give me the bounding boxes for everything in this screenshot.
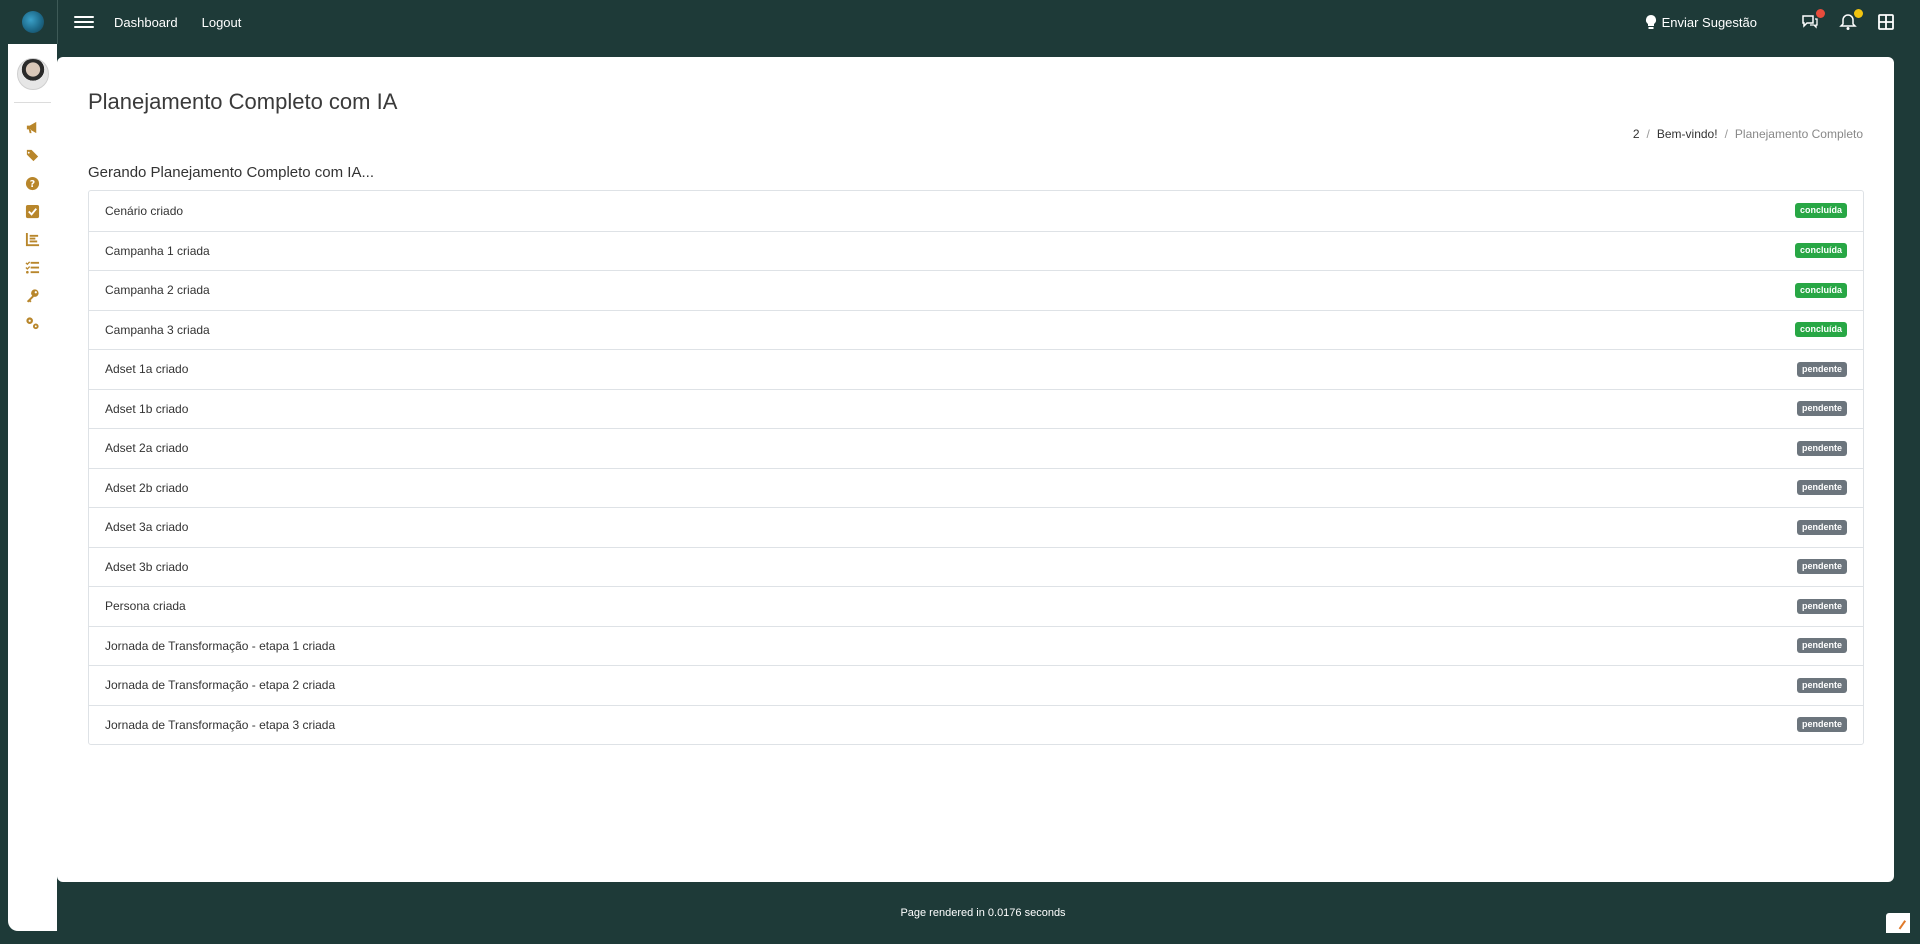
sidebar-menu: ? <box>8 113 57 337</box>
footer-render-time: Page rendered in 0.0176 seconds <box>900 907 1066 919</box>
list-item: Adset 2b criado pendente <box>89 467 1863 508</box>
breadcrumb-separator: / <box>1646 127 1650 141</box>
status-badge: pendente <box>1796 401 1847 417</box>
status-badge: pendente <box>1796 677 1847 693</box>
task-label: Campanha 2 criada <box>105 283 210 298</box>
status-badge: concluída <box>1794 203 1847 219</box>
status-badge: pendente <box>1796 559 1847 575</box>
task-label: Persona criada <box>105 599 186 614</box>
status-badge: pendente <box>1796 519 1847 535</box>
task-label: Jornada de Transformação - etapa 2 criad… <box>105 678 336 693</box>
main-content-card: Planejamento Completo com IA 2 / Bem-vin… <box>57 57 1894 882</box>
breadcrumb-item-current: Planejamento Completo <box>1734 127 1863 141</box>
svg-text:?: ? <box>30 178 35 189</box>
status-badge: pendente <box>1796 440 1847 456</box>
list-item: Persona criada pendente <box>89 586 1863 626</box>
status-badge: pendente <box>1796 638 1847 654</box>
list-item: Jornada de Transformação - etapa 2 criad… <box>89 665 1863 705</box>
section-title: Gerando Planejamento Completo com IA... <box>88 164 374 181</box>
corner-widget[interactable] <box>1886 913 1910 933</box>
user-avatar[interactable] <box>16 58 49 90</box>
bell-icon[interactable] <box>1839 9 1863 31</box>
lightbulb-icon <box>1645 15 1656 29</box>
list-item: Adset 1b criado pendente <box>89 388 1863 429</box>
task-label: Adset 3b criado <box>105 559 189 574</box>
key-icon[interactable] <box>23 285 43 305</box>
bell-notification-badge <box>1854 9 1863 18</box>
status-badge: pendente <box>1796 480 1847 496</box>
chat-notification-badge <box>1816 9 1825 18</box>
list-item: Adset 1a criado pendente <box>89 349 1863 389</box>
status-badge: pendente <box>1796 717 1847 733</box>
cogs-icon[interactable] <box>23 313 43 333</box>
sidebar-header <box>8 0 57 44</box>
task-label: Adset 3a criado <box>105 520 189 535</box>
breadcrumb: 2 / Bem-vindo! / Planejamento Completo <box>1633 127 1863 141</box>
task-label: Jornada de Transformação - etapa 1 criad… <box>105 638 336 653</box>
chat-icon[interactable] <box>1801 9 1825 31</box>
list-check-icon[interactable] <box>23 257 43 277</box>
task-label: Campanha 3 criada <box>105 322 210 337</box>
question-icon[interactable]: ? <box>23 173 43 193</box>
breadcrumb-separator: / <box>1724 127 1728 141</box>
send-suggestion-label: Enviar Sugestão <box>1661 14 1757 30</box>
checkbox-icon[interactable] <box>23 201 43 221</box>
nav-dashboard-link[interactable]: Dashboard <box>114 15 178 30</box>
pencil-icon <box>1898 920 1910 932</box>
task-label: Adset 1b criado <box>105 401 189 416</box>
grid-apps-icon[interactable] <box>1877 13 1895 31</box>
task-label: Jornada de Transformação - etapa 3 criad… <box>105 717 336 732</box>
breadcrumb-item-home[interactable]: 2 <box>1633 127 1640 141</box>
list-item: Adset 2a criado pendente <box>89 428 1863 468</box>
list-item: Campanha 2 criada concluída <box>89 270 1863 310</box>
breadcrumb-item-welcome[interactable]: Bem-vindo! <box>1657 127 1718 141</box>
task-label: Campanha 1 criada <box>105 243 210 258</box>
task-label: Adset 2b criado <box>105 480 189 495</box>
list-item: Adset 3a criado pendente <box>89 507 1863 547</box>
sidebar: ? <box>8 0 57 931</box>
brand-logo[interactable] <box>21 11 44 33</box>
status-badge: pendente <box>1796 598 1847 614</box>
page-title: Planejamento Completo com IA <box>88 89 398 114</box>
task-label: Adset 2a criado <box>105 441 189 456</box>
status-badge: concluída <box>1794 282 1847 298</box>
sidebar-divider <box>14 102 51 103</box>
topbar-actions: Enviar Sugestão <box>1645 9 1895 31</box>
list-item: Adset 3b criado pendente <box>89 546 1863 587</box>
list-item: Jornada de Transformação - etapa 1 criad… <box>89 625 1863 666</box>
list-item: Campanha 3 criada concluída <box>89 309 1863 350</box>
status-badge: pendente <box>1796 361 1847 377</box>
status-badge: concluída <box>1794 322 1847 338</box>
top-navbar: Dashboard Logout Enviar Sugestão <box>57 0 1909 44</box>
list-item: Cenário criado concluída <box>89 191 1863 231</box>
hamburger-menu-icon[interactable] <box>74 13 94 31</box>
list-item: Jornada de Transformação - etapa 3 criad… <box>89 704 1863 745</box>
megaphone-icon[interactable] <box>23 117 43 137</box>
task-list: Cenário criado concluída Campanha 1 criada… <box>88 190 1864 745</box>
chart-icon[interactable] <box>23 229 43 249</box>
task-label: Cenário criado <box>105 203 184 218</box>
footer: Page rendered in 0.0176 seconds <box>57 898 1909 928</box>
status-badge: concluída <box>1794 243 1847 259</box>
task-label: Adset 1a criado <box>105 362 189 377</box>
nav-logout-link[interactable]: Logout <box>202 15 242 30</box>
list-item: Campanha 1 criada concluída <box>89 230 1863 271</box>
tags-icon[interactable] <box>23 145 43 165</box>
send-suggestion-button[interactable]: Enviar Sugestão <box>1645 15 1757 30</box>
